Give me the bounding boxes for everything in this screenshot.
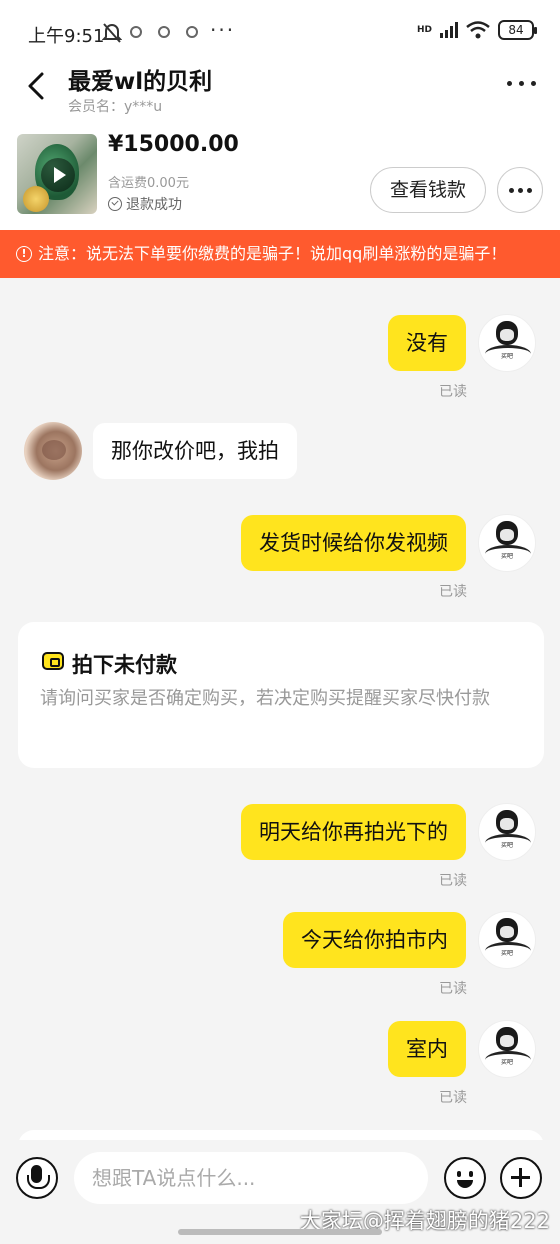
bell-muted-icon [102,23,122,43]
battery-icon: 84 [498,20,537,40]
avatar-contact[interactable] [24,422,82,480]
status-more-icon: ··· [210,18,236,42]
read-receipt: 已读 [439,981,467,997]
avatar-self[interactable]: 买吧 [478,514,536,572]
emoji-icon[interactable] [444,1157,486,1199]
plus-icon[interactable] [500,1157,542,1199]
chat-header: 最爱wl的贝利 会员名：y***u [0,56,560,122]
message-bubble-received[interactable]: 那你改价吧，我拍 [93,423,297,479]
microphone-icon[interactable] [16,1157,58,1199]
read-receipt: 已读 [439,584,467,600]
order-status-label: 退款成功 [126,197,182,213]
warning-icon: ! [16,246,32,262]
message-bubble-sent[interactable]: 今天给你拍市内 [283,912,466,968]
home-indicator[interactable] [178,1229,382,1235]
avatar-self[interactable]: 买吧 [478,911,536,969]
notification-icons [130,26,198,38]
order-status: 退款成功 [108,194,182,214]
avatar-self[interactable]: 买吧 [478,1020,536,1078]
warning-text: 注意：说无法下单要你缴费的是骗子！说加qq刷单涨粉的是骗子！ [38,244,507,263]
warning-banner: ! 注意：说无法下单要你缴费的是骗子！说加qq刷单涨粉的是骗子！ [0,230,560,278]
read-receipt: 已读 [439,1090,467,1106]
contact-name: 最爱wl的贝利 [68,69,213,95]
product-thumbnail[interactable] [17,134,97,214]
check-circle-icon [108,197,122,211]
view-payment-button[interactable]: 查看钱款 [370,167,486,213]
read-receipt: 已读 [439,873,467,889]
read-receipt: 已读 [439,384,467,400]
more-dots-icon[interactable] [504,68,540,98]
message-bubble-sent[interactable]: 没有 [388,315,466,371]
system-notice-card: 拍下未付款 请询问买家是否确定购买，若决定购买提醒买家尽快付款 [18,622,544,768]
product-price: ¥15000.00 [108,132,239,157]
avatar-self[interactable]: 买吧 [478,314,536,372]
message-bubble-sent[interactable]: 室内 [388,1021,466,1077]
wallet-icon [42,652,64,670]
status-bar: 上午9:51 ··· HD 84 [0,0,560,64]
avatar-self[interactable]: 买吧 [478,803,536,861]
product-bar: ¥15000.00 含运费0.00元 退款成功 查看钱款 [0,122,560,230]
message-input[interactable] [74,1152,428,1204]
back-arrow-icon[interactable] [20,68,56,104]
network-label: HD [416,24,432,35]
status-right: HD 84 [416,20,537,40]
shipping-fee: 含运费0.00元 [108,176,189,191]
play-icon[interactable] [41,158,75,192]
system-notice-body: 请询问买家是否确定购买，若决定购买提醒买家尽快付款 [40,688,490,709]
wifi-icon [466,21,490,39]
message-bubble-sent[interactable]: 发货时候给你发视频 [241,515,466,571]
status-time: 上午9:51 [28,26,105,47]
member-name: 会员名：y***u [68,99,163,115]
signal-icon [440,22,458,38]
message-bubble-sent[interactable]: 明天给你再拍光下的 [241,804,466,860]
system-notice-title: 拍下未付款 [72,653,177,677]
product-more-button[interactable] [497,167,543,213]
